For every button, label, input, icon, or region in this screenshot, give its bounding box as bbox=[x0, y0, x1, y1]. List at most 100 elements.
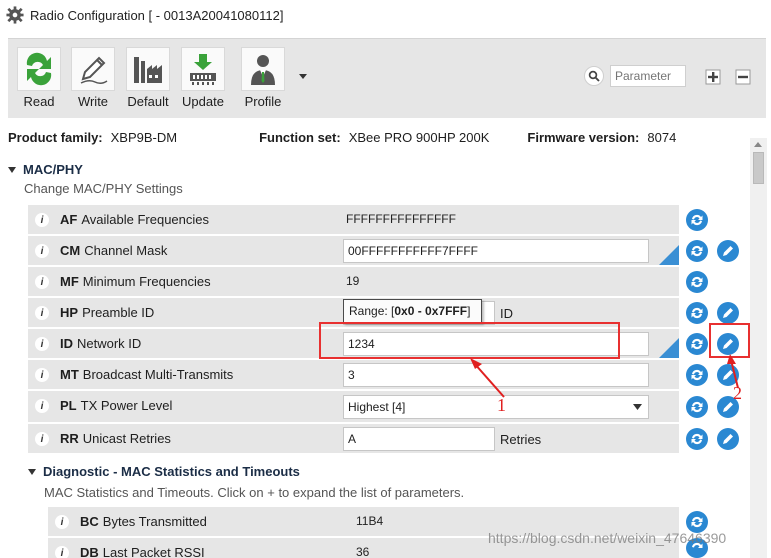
write-param-button[interactable] bbox=[717, 302, 739, 324]
function-set-value: XBee PRO 900HP 200K bbox=[348, 129, 490, 145]
info-icon[interactable]: i bbox=[35, 213, 49, 227]
refresh-button[interactable] bbox=[686, 271, 708, 293]
annotation-arrow-1 bbox=[470, 358, 505, 398]
param-name: Minimum Frequencies bbox=[82, 274, 211, 289]
info-icon[interactable]: i bbox=[35, 337, 49, 351]
refresh-button[interactable] bbox=[686, 240, 708, 262]
changed-indicator bbox=[659, 245, 679, 265]
update-button[interactable]: Update bbox=[180, 47, 226, 109]
param-code: DB bbox=[80, 545, 99, 558]
param-row-rr: i RR Unicast Retries A Retries bbox=[28, 424, 679, 454]
refresh-icon bbox=[691, 276, 703, 288]
param-row-mt: i MT Broadcast Multi-Transmits 3 bbox=[28, 360, 679, 390]
collapse-caret-icon[interactable] bbox=[8, 166, 16, 173]
profile-button[interactable]: Profile bbox=[240, 47, 286, 109]
param-row-cm: i CM Channel Mask 00FFFFFFFFFFF7FFFF bbox=[28, 236, 679, 266]
vertical-scrollbar[interactable] bbox=[750, 138, 767, 558]
info-icon[interactable]: i bbox=[35, 244, 49, 258]
scroll-thumb[interactable] bbox=[753, 152, 764, 184]
selected-value: Highest [4] bbox=[348, 400, 406, 414]
info-icon[interactable]: i bbox=[35, 275, 49, 289]
param-name: Broadcast Multi-Transmits bbox=[82, 367, 234, 382]
function-set-label: Function set: bbox=[259, 129, 341, 145]
refresh-button[interactable] bbox=[686, 209, 708, 231]
refresh-icon bbox=[691, 516, 703, 528]
param-name: Unicast Retries bbox=[82, 431, 171, 446]
info-icon[interactable]: i bbox=[35, 399, 49, 413]
info-icon[interactable]: i bbox=[55, 546, 69, 558]
search-icon[interactable] bbox=[584, 66, 604, 86]
param-value: 11B4 bbox=[356, 514, 384, 528]
param-code: CM bbox=[60, 243, 81, 258]
param-name: Channel Mask bbox=[84, 243, 168, 258]
unicast-retries-input[interactable]: A bbox=[343, 427, 495, 451]
refresh-icon bbox=[691, 307, 703, 319]
search-input[interactable] bbox=[610, 65, 686, 87]
param-name: TX Power Level bbox=[80, 398, 173, 413]
profile-label: Profile bbox=[244, 94, 282, 109]
watermark: https://blog.csdn.net/weixin_47646390 bbox=[488, 530, 727, 546]
param-code: MT bbox=[60, 367, 79, 382]
update-label: Update bbox=[182, 94, 224, 109]
pencil-icon bbox=[723, 308, 733, 318]
param-code: RR bbox=[60, 431, 79, 446]
refresh-button[interactable] bbox=[686, 364, 708, 386]
pencil-icon bbox=[723, 434, 733, 444]
mac-phy-section: MAC/PHY Change MAC/PHY Settings bbox=[8, 162, 183, 196]
refresh-button[interactable] bbox=[686, 302, 708, 324]
mac-phy-header[interactable]: MAC/PHY bbox=[8, 162, 183, 177]
refresh-icon bbox=[691, 401, 703, 413]
range-tooltip: Range: [0x0 - 0x7FFF] bbox=[343, 299, 482, 323]
param-code: BC bbox=[80, 514, 99, 529]
default-button[interactable]: Default bbox=[125, 47, 171, 109]
refresh-icon bbox=[691, 245, 703, 257]
product-family-label: Product family: bbox=[8, 129, 103, 145]
profile-icon bbox=[251, 55, 275, 85]
param-name: Network ID bbox=[77, 336, 142, 351]
refresh-button[interactable] bbox=[686, 428, 708, 450]
write-param-button[interactable] bbox=[717, 428, 739, 450]
param-name: Preamble ID bbox=[82, 305, 155, 320]
annotation-label-2: 2 bbox=[733, 383, 742, 403]
refresh-button[interactable] bbox=[686, 333, 708, 355]
channel-mask-input[interactable]: 00FFFFFFFFFFF7FFFF bbox=[343, 239, 649, 263]
scroll-up-icon[interactable] bbox=[754, 142, 762, 147]
diagnostic-section: Diagnostic - MAC Statistics and Timeouts… bbox=[28, 464, 464, 500]
window-title: Radio Configuration [ - 0013A20041080112… bbox=[30, 7, 284, 23]
info-icon[interactable]: i bbox=[55, 515, 69, 529]
param-code: HP bbox=[60, 305, 79, 320]
info-icon[interactable]: i bbox=[35, 432, 49, 446]
profile-dropdown-icon[interactable] bbox=[299, 74, 307, 79]
write-param-button[interactable] bbox=[717, 240, 739, 262]
refresh-button[interactable] bbox=[686, 396, 708, 418]
param-row-mf: i MF Minimum Frequencies 19 bbox=[28, 267, 679, 297]
read-button[interactable]: Read bbox=[16, 47, 62, 109]
read-icon bbox=[26, 52, 52, 86]
param-unit: ID bbox=[500, 306, 513, 321]
info-icon[interactable]: i bbox=[35, 368, 49, 382]
param-row-af: i AF Available Frequencies FFFFFFFFFFFFFF… bbox=[28, 205, 679, 235]
section-description: Change MAC/PHY Settings bbox=[24, 181, 183, 196]
param-unit: Retries bbox=[500, 432, 542, 447]
info-icon[interactable]: i bbox=[35, 306, 49, 320]
gear-icon bbox=[6, 6, 24, 24]
diagnostic-header[interactable]: Diagnostic - MAC Statistics and Timeouts bbox=[28, 464, 464, 479]
factory-icon bbox=[134, 57, 162, 83]
refresh-icon bbox=[691, 214, 703, 226]
param-name: Available Frequencies bbox=[81, 212, 210, 227]
changed-indicator bbox=[659, 338, 679, 358]
refresh-icon bbox=[691, 338, 703, 350]
collapse-all-icon[interactable] bbox=[733, 67, 753, 87]
write-button[interactable]: Write bbox=[70, 47, 116, 109]
device-info-bar: Product family: XBP9B-DM Function set: X… bbox=[0, 126, 771, 148]
annotation-label-1: 1 bbox=[497, 395, 506, 415]
tooltip-range: 0x0 - 0x7FFF bbox=[394, 304, 468, 318]
annotation-box-network-id bbox=[319, 322, 620, 359]
collapse-caret-icon[interactable] bbox=[28, 468, 36, 475]
refresh-icon bbox=[691, 433, 703, 445]
expand-all-icon[interactable] bbox=[703, 67, 723, 87]
param-code: AF bbox=[60, 212, 78, 227]
chevron-down-icon bbox=[633, 404, 642, 410]
param-name: Last Packet RSSI bbox=[102, 545, 205, 558]
param-code: ID bbox=[60, 336, 73, 351]
